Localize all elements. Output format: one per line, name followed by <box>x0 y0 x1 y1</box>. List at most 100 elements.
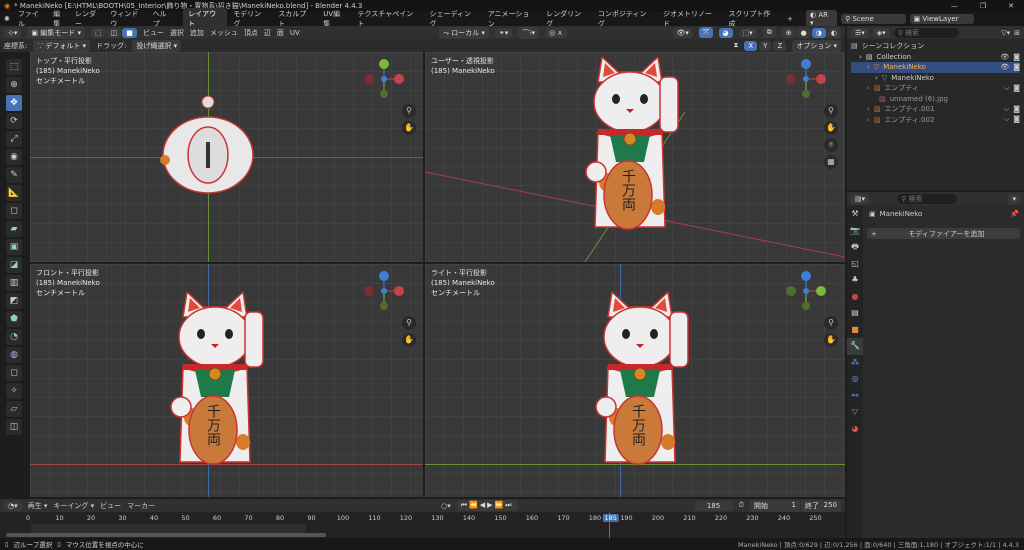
mirror-x[interactable]: X <box>744 40 758 51</box>
start-frame-field[interactable]: 開始 1 <box>750 499 800 512</box>
render-camera-icon[interactable]: ◙ <box>1013 53 1020 61</box>
shading-solid[interactable]: ● <box>796 27 811 38</box>
loop-cut-tool[interactable]: ▥ <box>6 275 22 291</box>
visibility-button[interactable]: 👁▾ <box>672 27 693 38</box>
zoom-icon[interactable]: ⚲ <box>824 104 838 118</box>
menu-keying[interactable]: キーイング ▾ <box>53 501 94 511</box>
physics-tab-icon[interactable]: ◎ <box>847 371 863 388</box>
object-tab-icon[interactable]: ■ <box>847 322 863 339</box>
menu-playback[interactable]: 再生 ▾ <box>28 501 48 511</box>
properties-options[interactable]: ▾ <box>1008 193 1020 204</box>
perspective-grid-icon[interactable]: ▦ <box>824 155 838 169</box>
mesh-overlay-button[interactable]: ⬚▾ <box>738 27 757 38</box>
outliner-item[interactable]: › ▨ エンプティ.002 ⌵ ◙ <box>851 115 1020 126</box>
tool-tab-icon[interactable]: ⚒ <box>847 206 863 223</box>
maximize-button[interactable]: ❐ <box>980 2 986 10</box>
transform-orientation-select[interactable]: ⤳ ローカル ▾ <box>439 26 489 39</box>
outliner-item[interactable]: › ▽ ManekiNeko 👁 ◙ <box>851 62 1020 73</box>
edge-select-mode[interactable]: ◫ <box>106 27 122 38</box>
spin-tool[interactable]: ◔ <box>6 329 22 345</box>
viewport-user-perspective[interactable]: 千万両 ユーザー・透視投影 (185) ManekiNeko ⚲ ✋ ⌾ ▦ <box>425 52 845 262</box>
shading-material[interactable]: ◑ <box>811 27 826 38</box>
menu-edge[interactable]: 辺 <box>264 28 271 38</box>
display-mode-select[interactable]: ◈▾ <box>872 27 890 38</box>
poly-build-tool[interactable]: ⬟ <box>6 311 22 327</box>
outliner-item[interactable]: › ▨ エンプティ ⌵ ◙ <box>851 83 1020 94</box>
render-camera-icon[interactable]: ◙ <box>1013 63 1020 71</box>
transform-tool[interactable]: ◉ <box>6 149 22 165</box>
render-camera-icon[interactable]: ◙ <box>1013 84 1020 93</box>
visibility-eye-icon[interactable]: ⌵ <box>1004 84 1009 93</box>
add-cube-tool[interactable]: ◻ <box>6 203 22 219</box>
shading-rendered[interactable]: ◐ <box>826 27 841 38</box>
annotate-tool[interactable]: ✎ <box>6 167 22 183</box>
scene-collection-row[interactable]: ▤ シーンコレクション <box>851 41 1020 52</box>
close-button[interactable]: ✕ <box>1008 2 1014 10</box>
zoom-icon[interactable]: ⚲ <box>402 316 416 330</box>
render-tab-icon[interactable]: 📷 <box>847 223 863 240</box>
expand-arrow-icon[interactable]: › <box>859 53 862 61</box>
pivot-point-button[interactable]: ⚭▾ <box>494 27 513 38</box>
visibility-eye-icon[interactable]: 👁 <box>1000 63 1009 71</box>
measure-tool[interactable]: 📐 <box>6 185 22 201</box>
outliner-item[interactable]: ▨ unnamed (6).jpg <box>851 94 1020 105</box>
view-layer-select[interactable]: ▣ ViewLayer <box>909 14 975 24</box>
output-tab-icon[interactable]: 🖶 <box>847 239 863 256</box>
material-tab-icon[interactable]: ◕ <box>847 421 863 438</box>
minimize-button[interactable]: — <box>951 2 958 10</box>
modifier-tab-icon[interactable]: 🔧 <box>847 338 863 355</box>
editor-type-button[interactable]: ⊹▾ <box>4 27 22 38</box>
proportional-edit-button[interactable]: ◎ ∧ <box>545 27 567 38</box>
drag-select[interactable]: 投げ縄選択 ▾ <box>132 39 182 52</box>
view-layer-tab-icon[interactable]: ◱ <box>847 256 863 273</box>
viewport-right[interactable]: 千万両 ライト・平行投影 (185) ManekiNeko センチメートル ⚲ … <box>425 264 845 497</box>
outliner-item[interactable]: › ▤ Collection 👁 ◙ <box>851 52 1020 63</box>
viewport-top[interactable]: トップ・平行投影 (185) ManekiNeko センチメートル ⚲ ✋ <box>30 52 423 262</box>
scale-tool[interactable]: ⤢ <box>6 131 22 147</box>
zoom-icon[interactable]: ⚲ <box>402 104 416 118</box>
stopwatch-icon[interactable]: ⏱ <box>739 501 744 510</box>
menu-timeline-view[interactable]: ビュー <box>100 501 121 511</box>
menu-marker[interactable]: マーカー <box>127 501 155 511</box>
edge-slide-tool[interactable]: ◻ <box>6 365 22 381</box>
shrink-fatten-tool[interactable]: ✧ <box>6 383 22 399</box>
visibility-eye-icon[interactable]: ⌵ <box>1004 115 1009 124</box>
menu-select[interactable]: 選択 <box>170 28 184 38</box>
mode-select[interactable]: ▣ 編集モード ▾ <box>27 26 85 39</box>
pan-hand-icon[interactable]: ✋ <box>824 333 838 347</box>
visibility-eye-icon[interactable]: 👁 <box>1000 53 1009 61</box>
menu-view[interactable]: ビュー <box>143 28 164 38</box>
coord-system-select[interactable]: ⸪ デフォルト ▾ <box>33 39 91 52</box>
current-frame-field[interactable]: 185 <box>694 500 733 511</box>
expand-arrow-icon[interactable]: › <box>867 84 870 92</box>
properties-editor-type[interactable]: ▤▾ <box>851 193 870 204</box>
mesh-object[interactable]: 千万両 <box>570 57 690 237</box>
shading-wireframe[interactable]: ⊕ <box>781 27 796 38</box>
current-frame-indicator[interactable]: 185 <box>602 514 619 522</box>
navigation-gizmo[interactable] <box>785 58 827 100</box>
expand-arrow-icon[interactable]: › <box>867 63 870 71</box>
expand-arrow-icon[interactable]: › <box>867 116 870 124</box>
knife-tool[interactable]: ◩ <box>6 293 22 309</box>
outliner-item[interactable]: › ▽ ManekiNeko <box>851 73 1020 84</box>
gizmo-toggle[interactable]: ⤧ <box>698 27 713 38</box>
pin-icon[interactable]: 📌 <box>1010 210 1019 218</box>
vertex-select-mode[interactable]: ⬚ <box>90 27 106 38</box>
snap-button[interactable]: ⌒⁝▾ <box>518 26 540 39</box>
workspace-tab[interactable]: + <box>782 14 798 24</box>
menu-vertex[interactable]: 頂点 <box>244 28 258 38</box>
outliner-search[interactable]: ⚲ 検索 <box>893 27 959 38</box>
particles-tab-icon[interactable]: ⁂ <box>847 355 863 372</box>
face-select-mode[interactable]: ■ <box>122 27 137 38</box>
outliner-item[interactable]: › ▨ エンプティ.001 ⌵ ◙ <box>851 104 1020 115</box>
auto-key-toggle[interactable]: ○▾ <box>441 502 451 510</box>
scene-tab-icon[interactable]: ♣ <box>847 272 863 289</box>
timeline-editor-type[interactable]: ◔▾ <box>4 500 22 511</box>
overlay-toggle[interactable]: ◕ <box>718 27 733 38</box>
navigation-gizmo[interactable] <box>363 58 405 100</box>
zoom-icon[interactable]: ⚲ <box>824 316 838 330</box>
mirror-z[interactable]: Z <box>773 40 787 51</box>
smooth-tool[interactable]: ◍ <box>6 347 22 363</box>
playback-controls[interactable]: ⏮⏪◀▶⏩⏭ <box>456 500 518 511</box>
options-select[interactable]: オプション ▾ <box>792 39 841 52</box>
